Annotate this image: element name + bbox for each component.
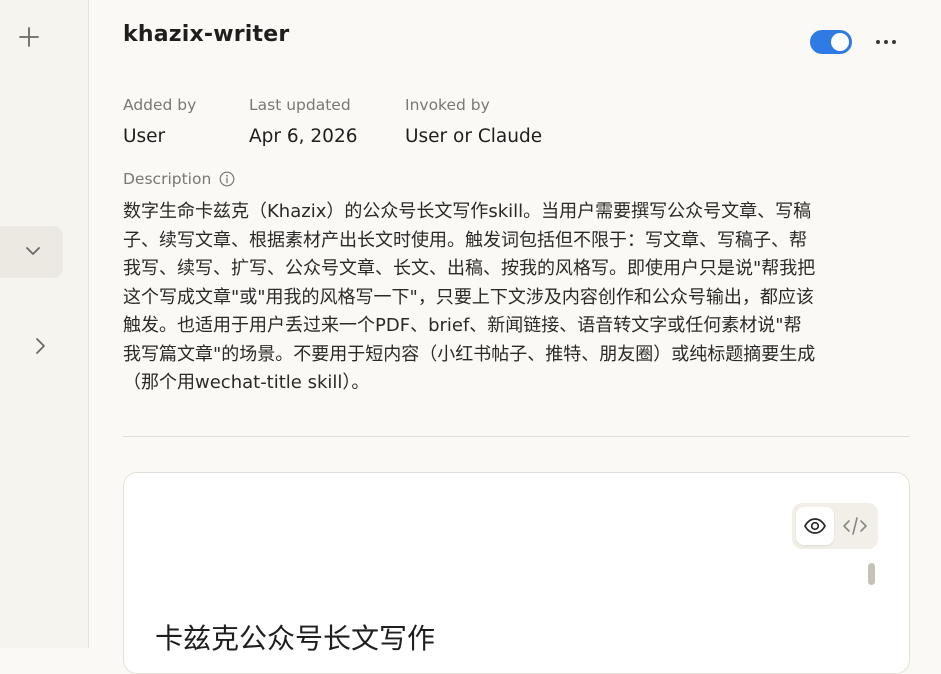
preview-document-title: 卡兹克公众号长文写作: [155, 622, 436, 655]
toggle-knob: [831, 33, 849, 51]
eye-icon: [804, 518, 826, 534]
sidebar: [0, 0, 89, 648]
skill-preview-card: 卡兹克公众号长文写作: [123, 472, 910, 674]
last-updated-label: Last updated: [249, 96, 351, 114]
chevron-down-icon: [26, 247, 40, 255]
view-mode-toggle: [792, 503, 878, 549]
enable-toggle[interactable]: [810, 30, 852, 54]
sidebar-item-expanded[interactable]: [0, 226, 63, 278]
plus-icon[interactable]: [16, 24, 42, 50]
scrollbar-thumb[interactable]: [868, 563, 875, 585]
chevron-right-icon[interactable]: [32, 336, 48, 356]
skill-title: khazix-writer: [123, 22, 290, 47]
added-by-label: Added by: [123, 96, 197, 114]
preview-mode-button[interactable]: [796, 507, 834, 545]
added-by-value: User: [123, 126, 166, 147]
invoked-by-value: User or Claude: [405, 126, 543, 147]
skill-detail-panel: khazix-writer Added by User Last updated…: [88, 0, 941, 674]
added-by-group: Added by User: [123, 96, 196, 147]
description-text: 数字生命卡兹克（Khazix）的公众号长文写作skill。当用户需要撰写公众号文…: [123, 201, 816, 393]
description-label: Description: [123, 170, 212, 188]
code-icon[interactable]: [842, 514, 868, 538]
invoked-by-label: Invoked by: [405, 96, 490, 114]
last-updated-value: Apr 6, 2026: [249, 126, 358, 147]
more-horizontal-icon[interactable]: [872, 32, 900, 52]
invoked-by-group: Invoked by User or Claude: [405, 96, 542, 147]
divider: [123, 436, 910, 437]
description-label-row: Description: [123, 170, 235, 188]
info-icon[interactable]: [219, 171, 235, 187]
last-updated-group: Last updated Apr 6, 2026: [249, 96, 358, 147]
